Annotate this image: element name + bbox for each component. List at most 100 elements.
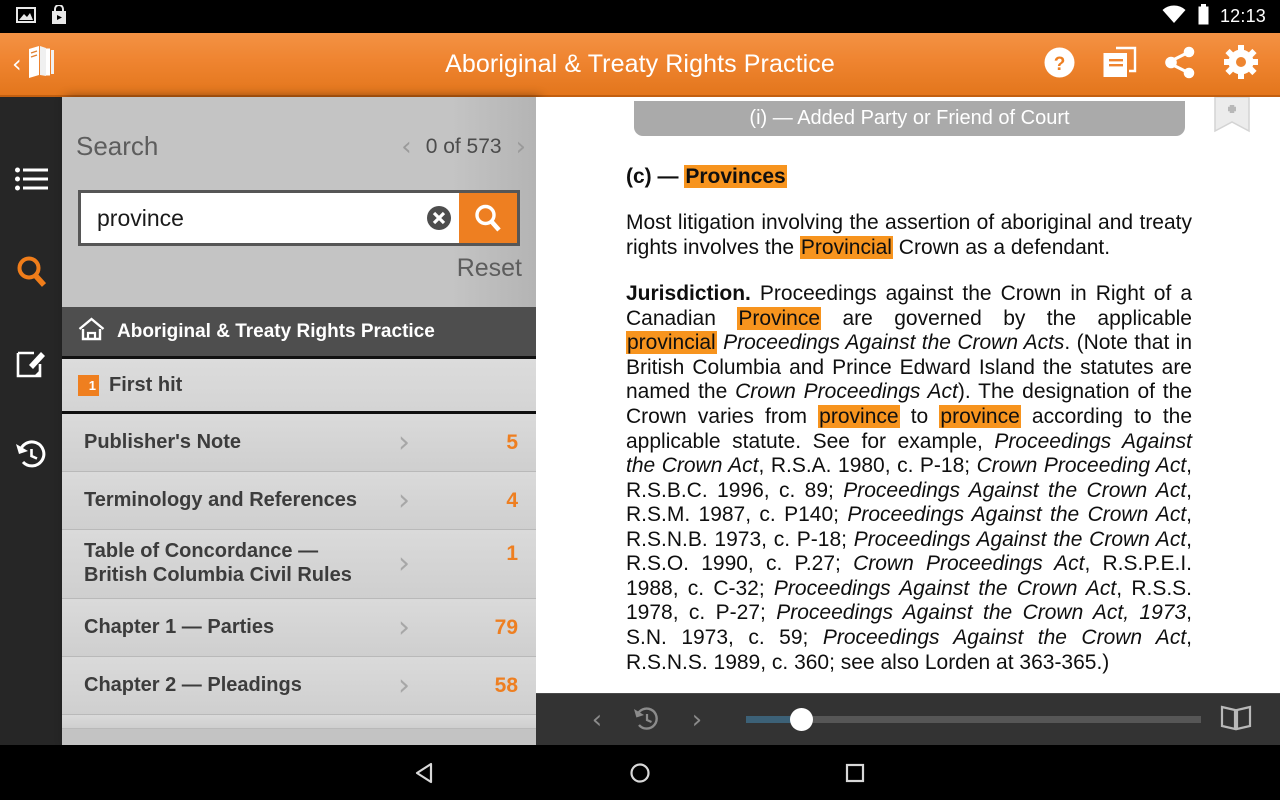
- table-row[interactable]: Terminology and References › 4: [62, 472, 536, 530]
- app-root: 12:13 ‹ Aboriginal & Treaty Rights Pract…: [0, 0, 1280, 800]
- p1-text-b: Crown as a defendant.: [892, 235, 1111, 259]
- table-row-partial[interactable]: [62, 715, 536, 729]
- slider-track: [746, 716, 1201, 723]
- p2-italic-6: Proceedings Against the Crown Act: [847, 503, 1187, 527]
- share-icon[interactable]: [1164, 46, 1198, 83]
- library-icon[interactable]: [1102, 46, 1138, 83]
- toc-row-count: 1: [506, 542, 518, 565]
- toc-row-title: Chapter 2 — Pleadings: [84, 673, 302, 696]
- document-heading: (c) — Provinces: [626, 165, 1192, 189]
- search-label-row: Search ‹ 0 of 573 ›: [76, 131, 526, 162]
- search-input[interactable]: [81, 203, 419, 233]
- p2-italic-2: Crown Proceedings Act: [735, 380, 958, 404]
- open-book-icon[interactable]: [1220, 704, 1252, 736]
- toc-row-title: Table of Concordance — British Columbia …: [84, 540, 352, 586]
- slider-thumb[interactable]: [790, 708, 813, 731]
- wifi-icon: [1161, 5, 1187, 29]
- chevron-right-icon[interactable]: ›: [384, 549, 424, 579]
- left-icon-rail: [0, 97, 62, 745]
- reader-next-button[interactable]: ›: [672, 694, 722, 746]
- toc-row-title: Chapter 1 — Parties: [84, 615, 275, 638]
- toc-row-title: Terminology and References: [84, 488, 358, 511]
- status-system-icons: 12:13: [1161, 3, 1266, 30]
- help-icon[interactable]: ?: [1043, 46, 1076, 83]
- status-clock: 12:13: [1219, 6, 1266, 26]
- p2-italic-5: Proceedings Against the Crown Act: [843, 478, 1187, 502]
- reader-history-icon[interactable]: [622, 694, 672, 746]
- section-header-pill: (i) — Added Party or Friend of Court: [634, 101, 1185, 136]
- android-home-button[interactable]: [533, 760, 748, 786]
- chevron-left-icon: ‹: [12, 50, 22, 78]
- add-bookmark-icon[interactable]: [1213, 97, 1251, 143]
- sidebar-item-annotations[interactable]: [0, 317, 62, 409]
- reader-view-mode-group: [1220, 704, 1280, 736]
- table-row[interactable]: Table of Concordance — British Columbia …: [62, 530, 536, 599]
- p2-highlight-2: provincial: [626, 331, 717, 355]
- breadcrumb-book-row[interactable]: Aboriginal & Treaty Rights Practice: [62, 307, 536, 359]
- toc-list: 1 First hit Publisher's Note › 5 Termino…: [62, 359, 536, 729]
- p2-highlight-4: province: [939, 404, 1021, 428]
- toc-row-count: 79: [494, 615, 518, 639]
- back-books-icon: [25, 45, 57, 83]
- sidebar-item-history[interactable]: [0, 409, 62, 501]
- reader-prev-button[interactable]: ‹: [572, 694, 622, 746]
- p2-italic-1: Proceedings Against the Crown Acts: [723, 331, 1065, 355]
- sidebar-item-search[interactable]: [0, 225, 62, 317]
- p2-highlight-1: Province: [737, 306, 822, 330]
- p2-italic-9: Proceedings Against the Crown Act: [773, 576, 1117, 600]
- table-row[interactable]: Chapter 2 — Pleadings › 58: [62, 657, 536, 715]
- p2-t8: , R.S.A. 1980, c. P-18;: [758, 454, 977, 478]
- toc-row-count: 58: [494, 673, 518, 697]
- toc-row-count: 5: [506, 430, 518, 454]
- toc-row-title: Publisher's Note: [84, 430, 242, 453]
- search-header: Search ‹ 0 of 573 › province Reset: [62, 97, 536, 307]
- sidebar-item-toc[interactable]: [0, 133, 62, 225]
- reader-nav-group: ‹ ›: [536, 694, 722, 746]
- p1-highlight-1: Provincial: [799, 235, 893, 259]
- settings-gear-icon[interactable]: [1224, 45, 1258, 83]
- p2-t2: are governed by the applicable: [821, 306, 1192, 330]
- clear-search-button[interactable]: [419, 193, 459, 243]
- status-notification-icons: [16, 3, 68, 29]
- first-hit-row[interactable]: 1 First hit: [62, 359, 536, 414]
- search-drawer: Search ‹ 0 of 573 › province Reset Abori…: [62, 97, 536, 745]
- heading-highlight: Provinces: [684, 165, 787, 188]
- document-paragraph-1: Most litigation involving the assertion …: [626, 211, 1192, 260]
- reset-button[interactable]: Reset: [457, 254, 522, 283]
- p2-italic-11: Proceedings Against the Crown Act: [822, 626, 1187, 649]
- app-bar-actions: ?: [1043, 45, 1280, 83]
- chevron-right-icon[interactable]: ›: [384, 427, 424, 458]
- search-submit-button[interactable]: [459, 193, 517, 243]
- p2-italic-4: Crown Proceeding Act: [976, 454, 1187, 478]
- toc-row-count: 4: [506, 488, 518, 512]
- svg-text:?: ?: [1054, 54, 1066, 75]
- back-to-library-button[interactable]: ‹: [0, 33, 67, 95]
- home-icon: [78, 317, 105, 346]
- prev-hit-icon[interactable]: ‹: [401, 134, 411, 160]
- android-status-bar: 12:13: [0, 0, 1280, 33]
- first-hit-badge: 1: [78, 374, 99, 396]
- document-pane: (i) — Added Party or Friend of Court (c)…: [536, 97, 1280, 693]
- search-field[interactable]: [78, 190, 520, 246]
- shopping-bag-icon: [50, 3, 68, 29]
- table-row[interactable]: Chapter 1 — Parties › 79: [62, 599, 536, 657]
- android-back-button[interactable]: [318, 760, 533, 786]
- p2-italic-8: Crown Proceedings Act: [853, 552, 1085, 576]
- table-row[interactable]: Publisher's Note › 5: [62, 414, 536, 472]
- next-hit-icon[interactable]: ›: [516, 134, 526, 160]
- p2-lead: Jurisdiction.: [626, 282, 751, 306]
- chevron-right-icon[interactable]: ›: [384, 670, 424, 701]
- p2-italic-7: Proceedings Against the Crown Act: [853, 527, 1187, 551]
- heading-prefix: (c) —: [626, 165, 685, 188]
- chevron-right-icon[interactable]: ›: [384, 485, 424, 516]
- app-bar: ‹ Aboriginal & Treaty Rights Practice ?: [0, 33, 1280, 97]
- chevron-right-icon[interactable]: ›: [384, 612, 424, 643]
- reader-toolbar: ‹ ›: [536, 693, 1280, 745]
- reader-position-slider[interactable]: [746, 694, 1201, 746]
- image-icon: [16, 6, 36, 28]
- first-hit-label: First hit: [109, 373, 183, 396]
- p2-highlight-3: province: [818, 404, 900, 428]
- android-recents-button[interactable]: [748, 760, 963, 786]
- document-body: (c) — Provinces Most litigation involvin…: [626, 165, 1192, 693]
- document-paragraph-2: Jurisdiction. Proceedings against the Cr…: [626, 282, 1192, 675]
